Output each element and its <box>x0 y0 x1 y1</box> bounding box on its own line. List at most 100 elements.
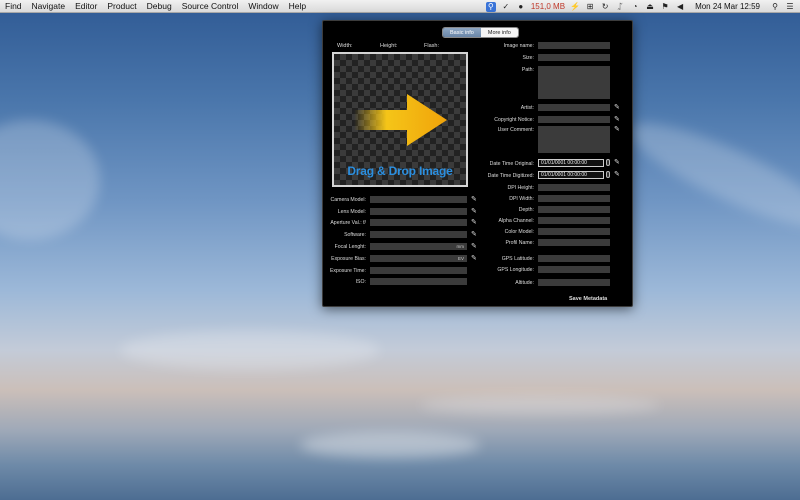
user-comment-field[interactable] <box>538 126 610 153</box>
path-label: Path: <box>521 67 534 73</box>
left-field-label: Exposure Bias: <box>331 256 366 262</box>
copyright-field[interactable] <box>538 116 610 123</box>
dpi-height-field[interactable] <box>538 184 610 191</box>
menu-find[interactable]: Find <box>0 1 27 11</box>
left-field-value[interactable] <box>370 219 467 226</box>
left-field-value[interactable] <box>370 208 467 215</box>
profile-name-field[interactable] <box>538 239 610 246</box>
arrow-icon <box>354 94 447 146</box>
pencil-icon[interactable]: ✎ <box>614 104 620 111</box>
wifi-icon[interactable]: ◔ <box>630 2 640 12</box>
left-field-label: Aperture Val.: f/ <box>330 220 366 226</box>
list-icon[interactable]: ☰ <box>785 2 795 12</box>
height-label: Height: <box>380 43 398 49</box>
user-comment-label: User Comment: <box>497 127 534 133</box>
left-field-value[interactable] <box>370 278 467 285</box>
color-model-label: Color Model: <box>504 229 534 235</box>
pencil-icon[interactable]: ✎ <box>471 243 477 250</box>
menu-help[interactable]: Help <box>284 1 311 11</box>
menu-window[interactable]: Window <box>243 1 283 11</box>
pencil-icon[interactable]: ✎ <box>614 126 620 133</box>
menu-source-control[interactable]: Source Control <box>177 1 244 11</box>
left-field-label: Exposure Time: <box>329 268 366 274</box>
lightning-icon[interactable]: ⚡ <box>570 2 580 12</box>
clock[interactable]: Mon 24 Mar 12:59 <box>690 2 765 11</box>
profile-name-label: Profil Name: <box>505 240 534 246</box>
width-label: Width: <box>337 43 353 49</box>
left-field-label: Focal Lenght: <box>334 244 366 250</box>
date-original-label: Date Time Original: <box>489 161 534 167</box>
volume-icon[interactable]: ◀ <box>675 2 685 12</box>
drop-zone-text: Drag & Drop Image <box>347 164 453 178</box>
menu-navigate[interactable]: Navigate <box>27 1 71 11</box>
cloud <box>420 395 660 415</box>
tab-basic-info[interactable]: Basic info <box>443 28 481 37</box>
menu-product[interactable]: Product <box>102 1 141 11</box>
pencil-icon[interactable]: ✎ <box>471 208 477 215</box>
cloud <box>0 120 100 240</box>
left-field-value[interactable] <box>370 196 467 203</box>
search-icon[interactable]: ⚲ <box>770 2 780 12</box>
user-icon[interactable]: ● <box>516 2 526 12</box>
menu-editor[interactable]: Editor <box>70 1 102 11</box>
left-field-label: Lens Model: <box>337 209 366 215</box>
date-original-field[interactable]: 01/01/0001 00:00:00 <box>538 159 604 167</box>
left-field-label: ISO: <box>355 279 366 285</box>
gps-latitude-label: GPS Latitude: <box>501 256 534 262</box>
depth-label: Depth: <box>518 207 534 213</box>
grid-icon[interactable]: ⊞ <box>585 2 595 12</box>
color-model-field[interactable] <box>538 228 610 235</box>
pencil-icon[interactable]: ✎ <box>471 255 477 262</box>
pencil-icon[interactable]: ✎ <box>614 171 620 178</box>
flag-icon[interactable]: ⚑ <box>660 2 670 12</box>
altitude-field[interactable] <box>538 279 610 286</box>
artist-label: Artist: <box>520 105 534 111</box>
save-metadata-button[interactable]: Save Metadata <box>569 296 607 302</box>
left-field-value[interactable] <box>370 267 467 274</box>
date-stepper[interactable] <box>606 171 610 178</box>
left-field-value[interactable]: mm <box>370 243 467 250</box>
pencil-icon[interactable]: ✎ <box>471 231 477 238</box>
dpi-height-label: DPI Height: <box>507 185 534 191</box>
image-drop-zone[interactable]: Drag & Drop Image <box>332 52 468 187</box>
memory-usage[interactable]: 151,0 MB <box>531 2 565 11</box>
tab-more-info[interactable]: More info <box>480 28 518 37</box>
pencil-icon[interactable]: ✎ <box>614 116 620 123</box>
alpha-channel-field[interactable] <box>538 217 610 224</box>
left-field-label: Camera Model: <box>330 197 366 203</box>
pencil-icon[interactable]: ✎ <box>471 219 477 226</box>
metadata-panel: Basic info More info Width: Height: Flas… <box>322 20 633 307</box>
path-field[interactable] <box>538 66 610 99</box>
image-name-field[interactable] <box>538 42 610 49</box>
artist-field[interactable] <box>538 104 610 111</box>
cloud <box>300 432 480 458</box>
eject-icon[interactable]: ⏏ <box>645 2 655 12</box>
date-digitized-field[interactable]: 01/01/0001 00:00:00 <box>538 171 604 179</box>
status-tray: ⚲ ✓ ● 151,0 MB ⚡ ⊞ ↻ ᛢ ◔ ⏏ ⚑ ◀ Mon 24 Ma… <box>485 0 800 13</box>
left-field-value[interactable] <box>370 231 467 238</box>
altitude-label: Altitude: <box>515 280 534 286</box>
bluetooth-icon[interactable]: ᛢ <box>615 2 625 12</box>
date-stepper[interactable] <box>606 159 610 166</box>
gps-longitude-field[interactable] <box>538 266 610 273</box>
size-label: Size: <box>522 55 534 61</box>
left-field-value[interactable]: EV <box>370 255 467 262</box>
left-field-label: Software: <box>344 232 366 238</box>
sync-icon[interactable]: ↻ <box>600 2 610 12</box>
pencil-icon[interactable]: ✎ <box>471 196 477 203</box>
depth-field[interactable] <box>538 206 610 213</box>
dpi-width-label: DPI Width: <box>509 196 534 202</box>
date-digitized-label: Date Time Digitized: <box>487 173 534 179</box>
menu-debug[interactable]: Debug <box>142 1 177 11</box>
flash-label: Flash: <box>424 43 439 49</box>
pencil-icon[interactable]: ✎ <box>614 159 620 166</box>
dpi-width-field[interactable] <box>538 195 610 202</box>
alpha-channel-label: Alpha Channel: <box>498 218 534 224</box>
gps-latitude-field[interactable] <box>538 255 610 262</box>
size-field[interactable] <box>538 54 610 61</box>
info-tabs: Basic info More info <box>442 27 519 38</box>
image-name-label: Image name: <box>503 43 534 49</box>
check-circle-icon[interactable]: ✓ <box>501 2 511 12</box>
gps-longitude-label: GPS Longitude: <box>497 267 534 273</box>
magnifier-icon[interactable]: ⚲ <box>485 1 496 12</box>
